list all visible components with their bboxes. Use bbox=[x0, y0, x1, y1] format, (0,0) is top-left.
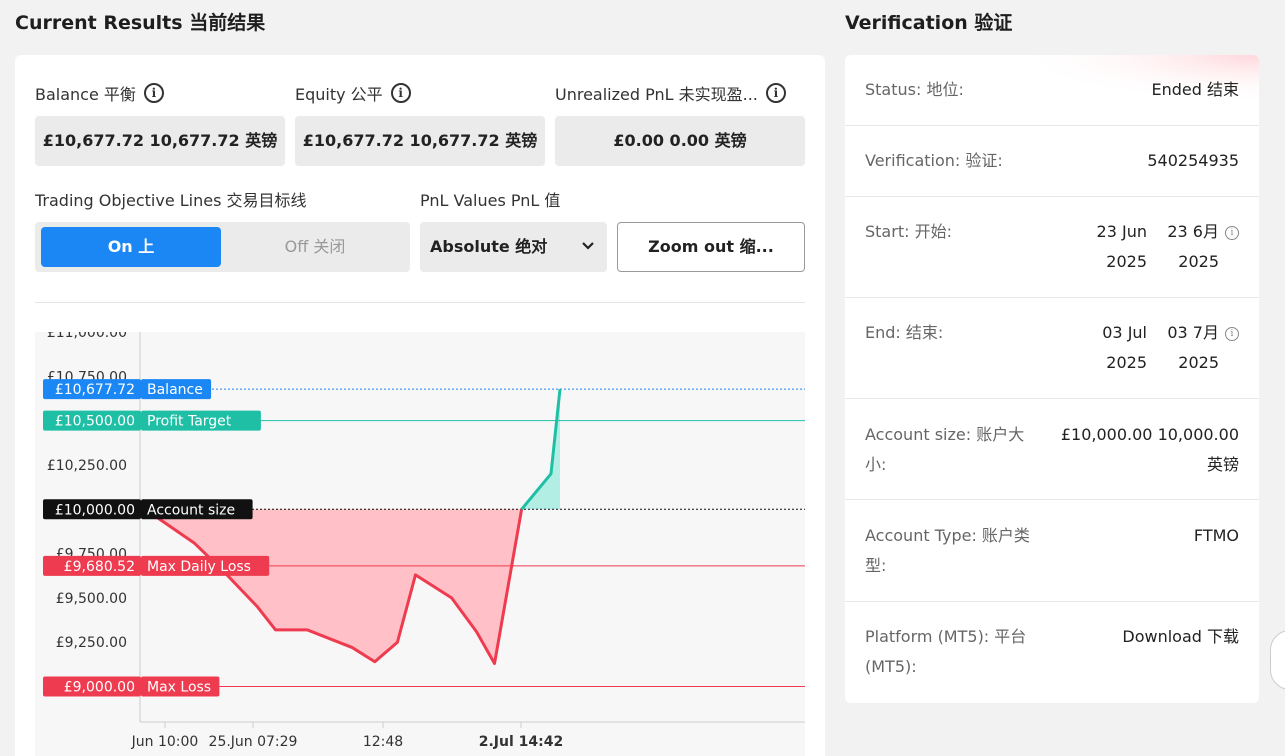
objective-value-label: £9,000.00 bbox=[64, 680, 135, 696]
start-date-zh: 23 6月 2025 bbox=[1167, 217, 1219, 277]
start-date-zh-year: 2025 bbox=[1178, 252, 1219, 271]
platform-label-line2: (MT5): bbox=[865, 657, 917, 676]
unrealized-label: Unrealized PnL 未实现盈... bbox=[555, 85, 758, 104]
info-icon[interactable]: i bbox=[1225, 327, 1239, 341]
balance-label-wrap: Balance 平衡 i bbox=[35, 81, 164, 105]
objective-value-label: £10,500.00 bbox=[55, 414, 135, 430]
account-size-row: Account size: 账户大 小: £10,000.00 10,000.0… bbox=[845, 399, 1259, 500]
objective-name-label: Balance bbox=[147, 382, 203, 398]
y-tick-label: £9,500.00 bbox=[56, 591, 127, 607]
verification-value: 540254935 bbox=[1147, 151, 1239, 170]
platform-label-line1: Platform (MT5): 平台 bbox=[865, 627, 1027, 646]
results-panel: Balance 平衡 i Equity 公平 i Unrealized PnL … bbox=[15, 55, 825, 756]
balance-value: £10,677.72 10,677.72 英镑 bbox=[35, 116, 285, 166]
account-type-value: FTMO bbox=[1193, 526, 1239, 545]
verification-row: Verification: 验证: 540254935 bbox=[845, 126, 1259, 197]
toggle-on-button[interactable]: On 上 bbox=[41, 227, 221, 267]
objective-name-label: Profit Target bbox=[147, 414, 232, 430]
end-date-zh-year: 2025 bbox=[1178, 353, 1219, 372]
info-icon[interactable]: i bbox=[143, 83, 164, 103]
y-tick-label: £10,250.00 bbox=[47, 458, 127, 474]
toggle-off-button[interactable]: Off 关闭 bbox=[235, 227, 395, 267]
end-date-en-year: 2025 bbox=[1106, 353, 1147, 372]
start-date-zh-day: 23 6月 bbox=[1167, 222, 1219, 241]
objective-value-label: £10,677.72 bbox=[55, 382, 135, 398]
objective-name-label: Max Daily Loss bbox=[147, 559, 251, 575]
account-type-row: Account Type: 账户类 型: FTMO bbox=[845, 500, 1259, 602]
end-row: End: 结束: 03 Jul 2025 03 7月 2025 i bbox=[845, 298, 1259, 399]
chevron-down-icon bbox=[581, 222, 595, 293]
pnl-values-label: PnL Values PnL 值 bbox=[420, 191, 561, 210]
objective-name-label: Max Loss bbox=[147, 680, 211, 696]
start-date-en: 23 Jun 2025 bbox=[1097, 217, 1147, 277]
x-tick-label: 2.Jul 14:42 bbox=[479, 734, 563, 750]
info-icon[interactable]: i bbox=[765, 83, 786, 103]
objective-lines-label: Trading Objective Lines 交易目标线 bbox=[35, 191, 307, 210]
start-label: Start: 开始: bbox=[865, 222, 952, 241]
verification-panel: Status: 地位: Ended 结束 Verification: 验证: 5… bbox=[845, 55, 1259, 703]
start-date-en-year: 2025 bbox=[1106, 252, 1147, 271]
verification-label: Verification: 验证: bbox=[865, 151, 1003, 170]
info-icon[interactable]: i bbox=[390, 83, 411, 103]
equity-label-wrap: Equity 公平 i bbox=[295, 81, 411, 105]
end-date-zh-day: 03 7月 bbox=[1167, 323, 1219, 342]
platform-label: Platform (MT5): 平台 (MT5): bbox=[865, 622, 1026, 682]
current-results-title: Current Results 当前结果 bbox=[15, 12, 266, 34]
status-label: Status: 地位: bbox=[865, 80, 964, 99]
divider bbox=[35, 302, 805, 303]
objective-value-label: £10,000.00 bbox=[55, 502, 135, 518]
side-chat-widget[interactable] bbox=[1270, 630, 1285, 690]
end-date-en-day: 03 Jul bbox=[1102, 323, 1147, 342]
account-type-label-line1: Account Type: 账户类 bbox=[865, 526, 1030, 545]
platform-download-link[interactable]: Download 下载 bbox=[1122, 622, 1239, 652]
account-size-label: Account size: 账户大 小: bbox=[865, 420, 1024, 480]
objective-lines-toggle: On 上 Off 关闭 bbox=[35, 222, 410, 272]
account-size-value-line2: 英镑 bbox=[1206, 455, 1239, 474]
y-tick-label: £9,250.00 bbox=[56, 635, 127, 651]
equity-value: £10,677.72 10,677.72 英镑 bbox=[295, 116, 545, 166]
account-type-label: Account Type: 账户类 型: bbox=[865, 521, 1030, 581]
account-size-label-line1: Account size: 账户大 bbox=[865, 425, 1025, 444]
pnl-select-value: Absolute 绝对 bbox=[430, 237, 548, 256]
end-date-en: 03 Jul 2025 bbox=[1102, 318, 1147, 378]
status-value: Ended 结束 bbox=[1151, 80, 1240, 99]
pnl-values-select[interactable]: Absolute 绝对 bbox=[420, 222, 607, 272]
objective-name-label: Account size bbox=[147, 502, 235, 518]
y-tick-label: £11,000.00 bbox=[47, 332, 127, 341]
zoom-out-button[interactable]: Zoom out 缩... bbox=[617, 222, 805, 272]
start-row: Start: 开始: 23 Jun 2025 23 6月 2025 i bbox=[845, 197, 1259, 298]
x-tick-label: Jun 10:00 bbox=[131, 734, 199, 750]
x-tick-label: 12:48 bbox=[363, 734, 403, 750]
account-size-value: £10,000.00 10,000.00 英镑 bbox=[1061, 420, 1239, 480]
balance-label: Balance 平衡 bbox=[35, 85, 136, 104]
platform-row: Platform (MT5): 平台 (MT5): Download 下载 bbox=[845, 602, 1259, 703]
end-label: End: 结束: bbox=[865, 323, 944, 342]
status-row: Status: 地位: Ended 结束 bbox=[845, 55, 1259, 126]
end-date-zh: 03 7月 2025 bbox=[1167, 318, 1219, 378]
unrealized-value: £0.00 0.00 英镑 bbox=[555, 116, 805, 166]
account-size-value-line1: £10,000.00 10,000.00 bbox=[1060, 425, 1239, 444]
info-icon[interactable]: i bbox=[1225, 226, 1239, 240]
unrealized-label-wrap: Unrealized PnL 未实现盈... i bbox=[555, 81, 786, 105]
start-date-en-day: 23 Jun bbox=[1096, 222, 1147, 241]
equity-label: Equity 公平 bbox=[295, 85, 383, 104]
verification-title: Verification 验证 bbox=[845, 12, 1013, 34]
account-type-label-line2: 型: bbox=[865, 556, 887, 575]
objective-value-label: £9,680.52 bbox=[64, 559, 135, 575]
account-size-label-line2: 小: bbox=[865, 455, 887, 474]
equity-chart: £11,000.00£10,750.00£10,250.00£9,750.00£… bbox=[35, 332, 805, 756]
x-tick-label: 25.Jun 07:29 bbox=[209, 734, 298, 750]
